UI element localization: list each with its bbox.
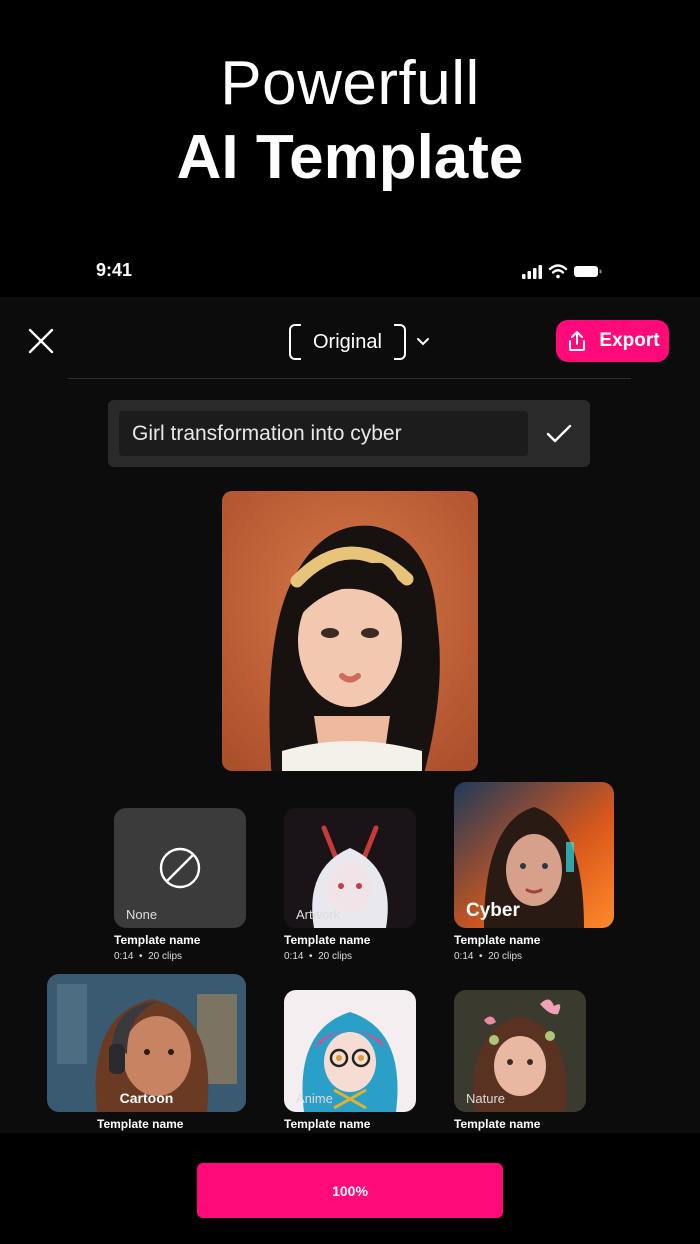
template-label: None bbox=[126, 907, 158, 922]
template-duration: 0:14 bbox=[114, 951, 134, 962]
progress-button[interactable]: 100% bbox=[197, 1163, 503, 1218]
template-card-artwork[interactable]: Artwork bbox=[284, 808, 416, 928]
template-label: Nature bbox=[466, 1091, 506, 1106]
template-name: Template name bbox=[284, 1117, 371, 1131]
none-icon bbox=[159, 847, 201, 889]
battery-icon bbox=[574, 266, 602, 277]
meta-separator: • bbox=[479, 951, 483, 962]
share-icon bbox=[569, 331, 586, 351]
template-info: Template name 0:14 • 20 clips bbox=[454, 933, 540, 962]
template-info: Template name 0:14 • 20 clips bbox=[284, 933, 370, 962]
template-info: Template name 0:14 • 20 clips bbox=[114, 933, 200, 962]
template-label: Artwork bbox=[296, 907, 341, 922]
prompt-input[interactable]: Girl transformation into cyber bbox=[119, 411, 528, 456]
export-label: Export bbox=[599, 330, 660, 351]
confirm-button[interactable] bbox=[544, 420, 574, 448]
template-clips: 20 clips bbox=[488, 951, 523, 962]
bracket-right-icon bbox=[393, 324, 406, 360]
close-icon bbox=[28, 328, 54, 354]
template-name: Template name bbox=[454, 1117, 541, 1131]
status-icons bbox=[520, 262, 604, 280]
template-label: Cyber bbox=[466, 900, 520, 921]
template-name: Template name bbox=[97, 1117, 184, 1131]
template-duration: 0:14 bbox=[454, 951, 474, 962]
bracket-left-icon bbox=[289, 324, 301, 360]
template-clips: 20 clips bbox=[148, 951, 183, 962]
template-name: Template name bbox=[284, 933, 371, 947]
template-card-none[interactable]: None bbox=[114, 808, 246, 928]
check-icon bbox=[546, 424, 572, 443]
hero-title-line2: AI Template bbox=[176, 123, 524, 192]
template-name: Template name bbox=[454, 933, 541, 947]
template-card-nature[interactable]: Nature bbox=[454, 990, 586, 1112]
signal-icon bbox=[522, 265, 542, 279]
aspect-ratio-label: Original bbox=[313, 330, 382, 353]
chevron-down-icon bbox=[416, 338, 429, 346]
aspect-ratio-selector[interactable]: Original bbox=[289, 324, 430, 360]
hero-title-line1: Powerfull bbox=[220, 49, 480, 118]
meta-separator: • bbox=[309, 951, 313, 962]
template-card-anime[interactable]: Anime bbox=[284, 990, 416, 1112]
meta-separator: • bbox=[139, 951, 143, 962]
status-time: 9:41 bbox=[96, 260, 133, 280]
close-button[interactable] bbox=[26, 326, 56, 356]
template-card-cyber[interactable]: Cyber bbox=[454, 782, 614, 928]
template-name: Template name bbox=[114, 933, 201, 947]
header-divider bbox=[68, 378, 631, 379]
export-button[interactable]: Export bbox=[556, 320, 669, 362]
source-photo bbox=[222, 491, 478, 771]
wifi-icon bbox=[548, 264, 568, 279]
template-label: Cartoon bbox=[119, 1090, 174, 1106]
template-clips: 20 clips bbox=[318, 951, 353, 962]
template-duration: 0:14 bbox=[284, 951, 304, 962]
template-card-cartoon[interactable]: Cartoon bbox=[47, 974, 246, 1112]
template-label: Anime bbox=[296, 1091, 333, 1106]
